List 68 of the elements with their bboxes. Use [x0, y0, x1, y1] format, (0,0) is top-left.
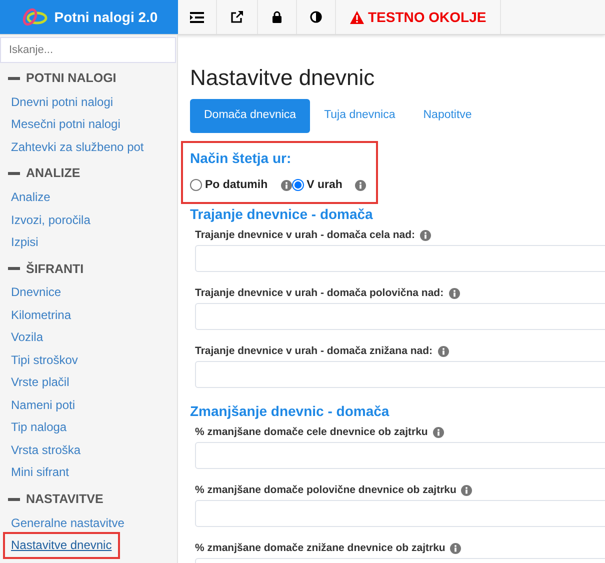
tab[interactable]: Napotitve [409, 99, 486, 133]
sidebar-link[interactable]: Vrsta stroška [0, 438, 177, 462]
input-field[interactable] [195, 244, 605, 272]
search-field[interactable]: Iskanje... [0, 37, 176, 63]
section-title: Način štetja ur: [190, 148, 292, 168]
input-field[interactable] [195, 442, 605, 469]
environment-label: TESTNO OKOLJE [368, 8, 486, 26]
radio-button[interactable] [190, 179, 202, 192]
info-icon [280, 180, 292, 191]
contrast-button[interactable] [297, 0, 336, 34]
sidebar-section-title: ANALIZE [26, 165, 80, 182]
sidebar-link[interactable]: Kilometrina [0, 304, 177, 326]
section-title: Trajanje dnevnice - domača [190, 204, 374, 224]
tab[interactable]: Domača dnevnica [190, 99, 310, 133]
menu-toggle-button[interactable] [178, 0, 217, 34]
input-field[interactable] [195, 302, 605, 330]
sidebar-link[interactable]: Nastavitve dnevnic [5, 534, 118, 556]
sidebar-link[interactable]: Zahtevki za službeno pot [0, 136, 177, 158]
info-icon [432, 426, 444, 438]
info-icon [438, 346, 448, 357]
logo-icon [20, 7, 48, 27]
open-external-button[interactable] [217, 0, 258, 34]
sidebar-link[interactable]: Dnevni potni nalogi [0, 90, 177, 114]
sidebar-section-title: NASTAVITVE [26, 490, 104, 508]
info-icon [355, 180, 366, 191]
sidebar-link[interactable]: Izvozi, poročila [0, 208, 177, 231]
lock-icon [272, 11, 282, 23]
external-link-icon [231, 11, 243, 23]
radio-label: V urah [306, 178, 342, 193]
lock-button[interactable] [258, 0, 297, 34]
sidebar-link[interactable]: Tip naloga [0, 416, 177, 439]
field-label: % zmanjšane domače cele dnevnice ob zajtrku [195, 426, 428, 439]
contrast-icon [310, 11, 322, 23]
collapse-icon[interactable] [8, 498, 20, 501]
collapse-icon[interactable] [8, 267, 20, 270]
sidebar-link[interactable]: Vrste plačil [0, 371, 177, 394]
radio-label: Po datumih [205, 178, 268, 193]
sidebar-link[interactable]: Dnevnice [0, 281, 177, 304]
sidebar-link[interactable]: Vozila [0, 326, 177, 349]
section-title: Zmanjšanje dnevnic - domača [190, 402, 390, 421]
radio-button[interactable] [292, 179, 304, 192]
field-label: Trajanje dnevnice v urah - domača cela nad: [195, 228, 415, 242]
sidebar-link[interactable]: Mini sifrant [0, 461, 177, 484]
info-icon [461, 484, 472, 496]
app-title: Potni nalogi 2.0 [54, 8, 158, 27]
input-field[interactable] [195, 360, 605, 388]
sidebar-section-title: ŠIFRANTI [26, 260, 84, 278]
sidebar-link[interactable]: Tipi stroškov [0, 348, 177, 372]
sidebar-link[interactable]: Nameni poti [0, 394, 177, 416]
sidebar-link[interactable]: Mesečni potni nalogi [0, 113, 177, 136]
collapse-icon[interactable] [8, 172, 20, 176]
tab[interactable]: Tuja dnevnica [310, 99, 410, 133]
field-label: % zmanjšane domače znižane dnevnice ob zajtrku [195, 542, 446, 555]
info-icon [420, 230, 431, 241]
sidebar-link[interactable]: Generalne nastavitve [0, 512, 177, 534]
sidebar-link[interactable]: Izpisi [0, 231, 177, 254]
input-field[interactable] [195, 500, 605, 527]
page-title: Nastavitve dnevnic [190, 65, 376, 92]
field-label: Trajanje dnevnice v urah - domača polovična nad: [195, 286, 444, 300]
info-icon [450, 542, 462, 554]
warning-icon [350, 10, 364, 24]
info-icon [448, 288, 460, 299]
field-label: Trajanje dnevnice v urah - domača znižana nad: [195, 344, 432, 358]
sidebar-link[interactable]: Analize [0, 186, 177, 208]
indent-icon [190, 12, 204, 22]
collapse-icon[interactable] [8, 76, 20, 80]
field-label: % zmanjšane domače polovične dnevnice ob zajtrku [195, 484, 456, 497]
sidebar-section-title: POTNI NALOGI [26, 70, 116, 87]
